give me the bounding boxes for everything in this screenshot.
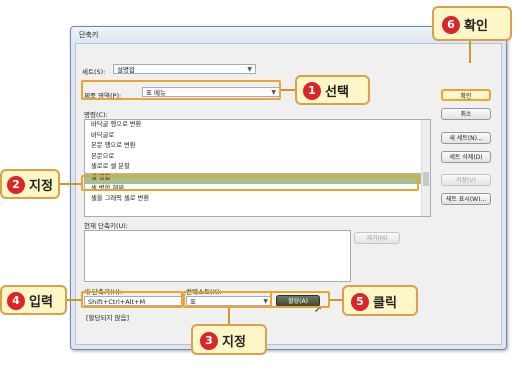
show-set-button[interactable]: 세트 표시(W)... bbox=[441, 193, 491, 205]
callout-text: 클릭 bbox=[373, 296, 397, 311]
current-shortcut-label: 현재 단축키(U): bbox=[84, 222, 128, 230]
callout-text: 입력 bbox=[29, 295, 53, 310]
connector-line bbox=[330, 299, 342, 301]
connector-line bbox=[67, 299, 81, 301]
callout-4: 4 입력 bbox=[0, 285, 67, 315]
list-scrollbar[interactable] bbox=[421, 120, 430, 216]
callout-number: 1 bbox=[303, 81, 321, 100]
list-item[interactable]: 본문으로 bbox=[85, 152, 430, 163]
connector-line bbox=[60, 183, 81, 185]
list-item[interactable]: 바닥글 행으로 변환 bbox=[85, 120, 430, 131]
new-set-button[interactable]: 새 세트(N)... bbox=[441, 132, 491, 144]
callout-number: 3 bbox=[200, 331, 218, 350]
unassigned-text: [할당되지 않음] bbox=[86, 314, 130, 322]
callout-text: 지정 bbox=[29, 179, 53, 194]
callout-3: 3 지정 bbox=[191, 324, 267, 355]
list-item[interactable]: 바닥글로 bbox=[85, 131, 430, 142]
connector-line bbox=[228, 308, 230, 324]
callout-text: 선택 bbox=[325, 85, 349, 100]
callout-number: 4 bbox=[7, 291, 25, 310]
callout-1: 1 선택 bbox=[295, 75, 370, 105]
list-item[interactable]: 셀로로 셀 분할 bbox=[85, 162, 430, 173]
assign-highlight bbox=[270, 291, 330, 308]
set-select[interactable]: 설명합 ▼ bbox=[113, 64, 256, 74]
save-button[interactable]: 저장(V) bbox=[441, 174, 491, 186]
chevron-down-icon: ▼ bbox=[247, 66, 252, 73]
callout-5: 5 클릭 bbox=[342, 285, 418, 316]
ok-button[interactable]: 확인 bbox=[441, 89, 491, 101]
connector-line bbox=[469, 41, 471, 63]
selected-command-highlight bbox=[81, 175, 419, 191]
connector-line bbox=[281, 89, 295, 91]
callout-2: 2 지정 bbox=[0, 169, 60, 199]
new-shortcut-highlight bbox=[81, 291, 183, 308]
callout-text: 지정 bbox=[222, 335, 246, 350]
callout-number: 6 bbox=[442, 15, 460, 34]
callout-text: 확인 bbox=[464, 19, 488, 34]
dialog-title: 단축키 bbox=[79, 31, 99, 39]
list-item[interactable]: 셀을 그래픽 셀로 변환 bbox=[85, 194, 430, 205]
set-label: 세트(S): bbox=[82, 68, 106, 76]
remove-button[interactable]: 제거(M) bbox=[354, 232, 400, 244]
callout-number: 5 bbox=[351, 292, 369, 311]
list-item[interactable]: 본문 행으로 변환 bbox=[85, 141, 430, 152]
set-value: 설명합 bbox=[117, 66, 135, 74]
product-area-highlight bbox=[81, 80, 281, 100]
callout-number: 2 bbox=[7, 175, 25, 194]
commands-label: 명령(C): bbox=[84, 111, 108, 119]
current-shortcut-list[interactable] bbox=[84, 230, 351, 282]
cancel-button[interactable]: 취소 bbox=[441, 108, 491, 120]
context-highlight bbox=[183, 291, 272, 308]
callout-6: 6 확인 bbox=[432, 6, 512, 41]
delete-set-button[interactable]: 세트 삭제(D) bbox=[441, 151, 491, 163]
scroll-thumb[interactable] bbox=[423, 172, 429, 186]
commands-list[interactable]: 바닥글 행으로 변환 바닥글로 본문 행으로 변환 본문으로 셀로로 셀 분할 … bbox=[84, 119, 431, 217]
